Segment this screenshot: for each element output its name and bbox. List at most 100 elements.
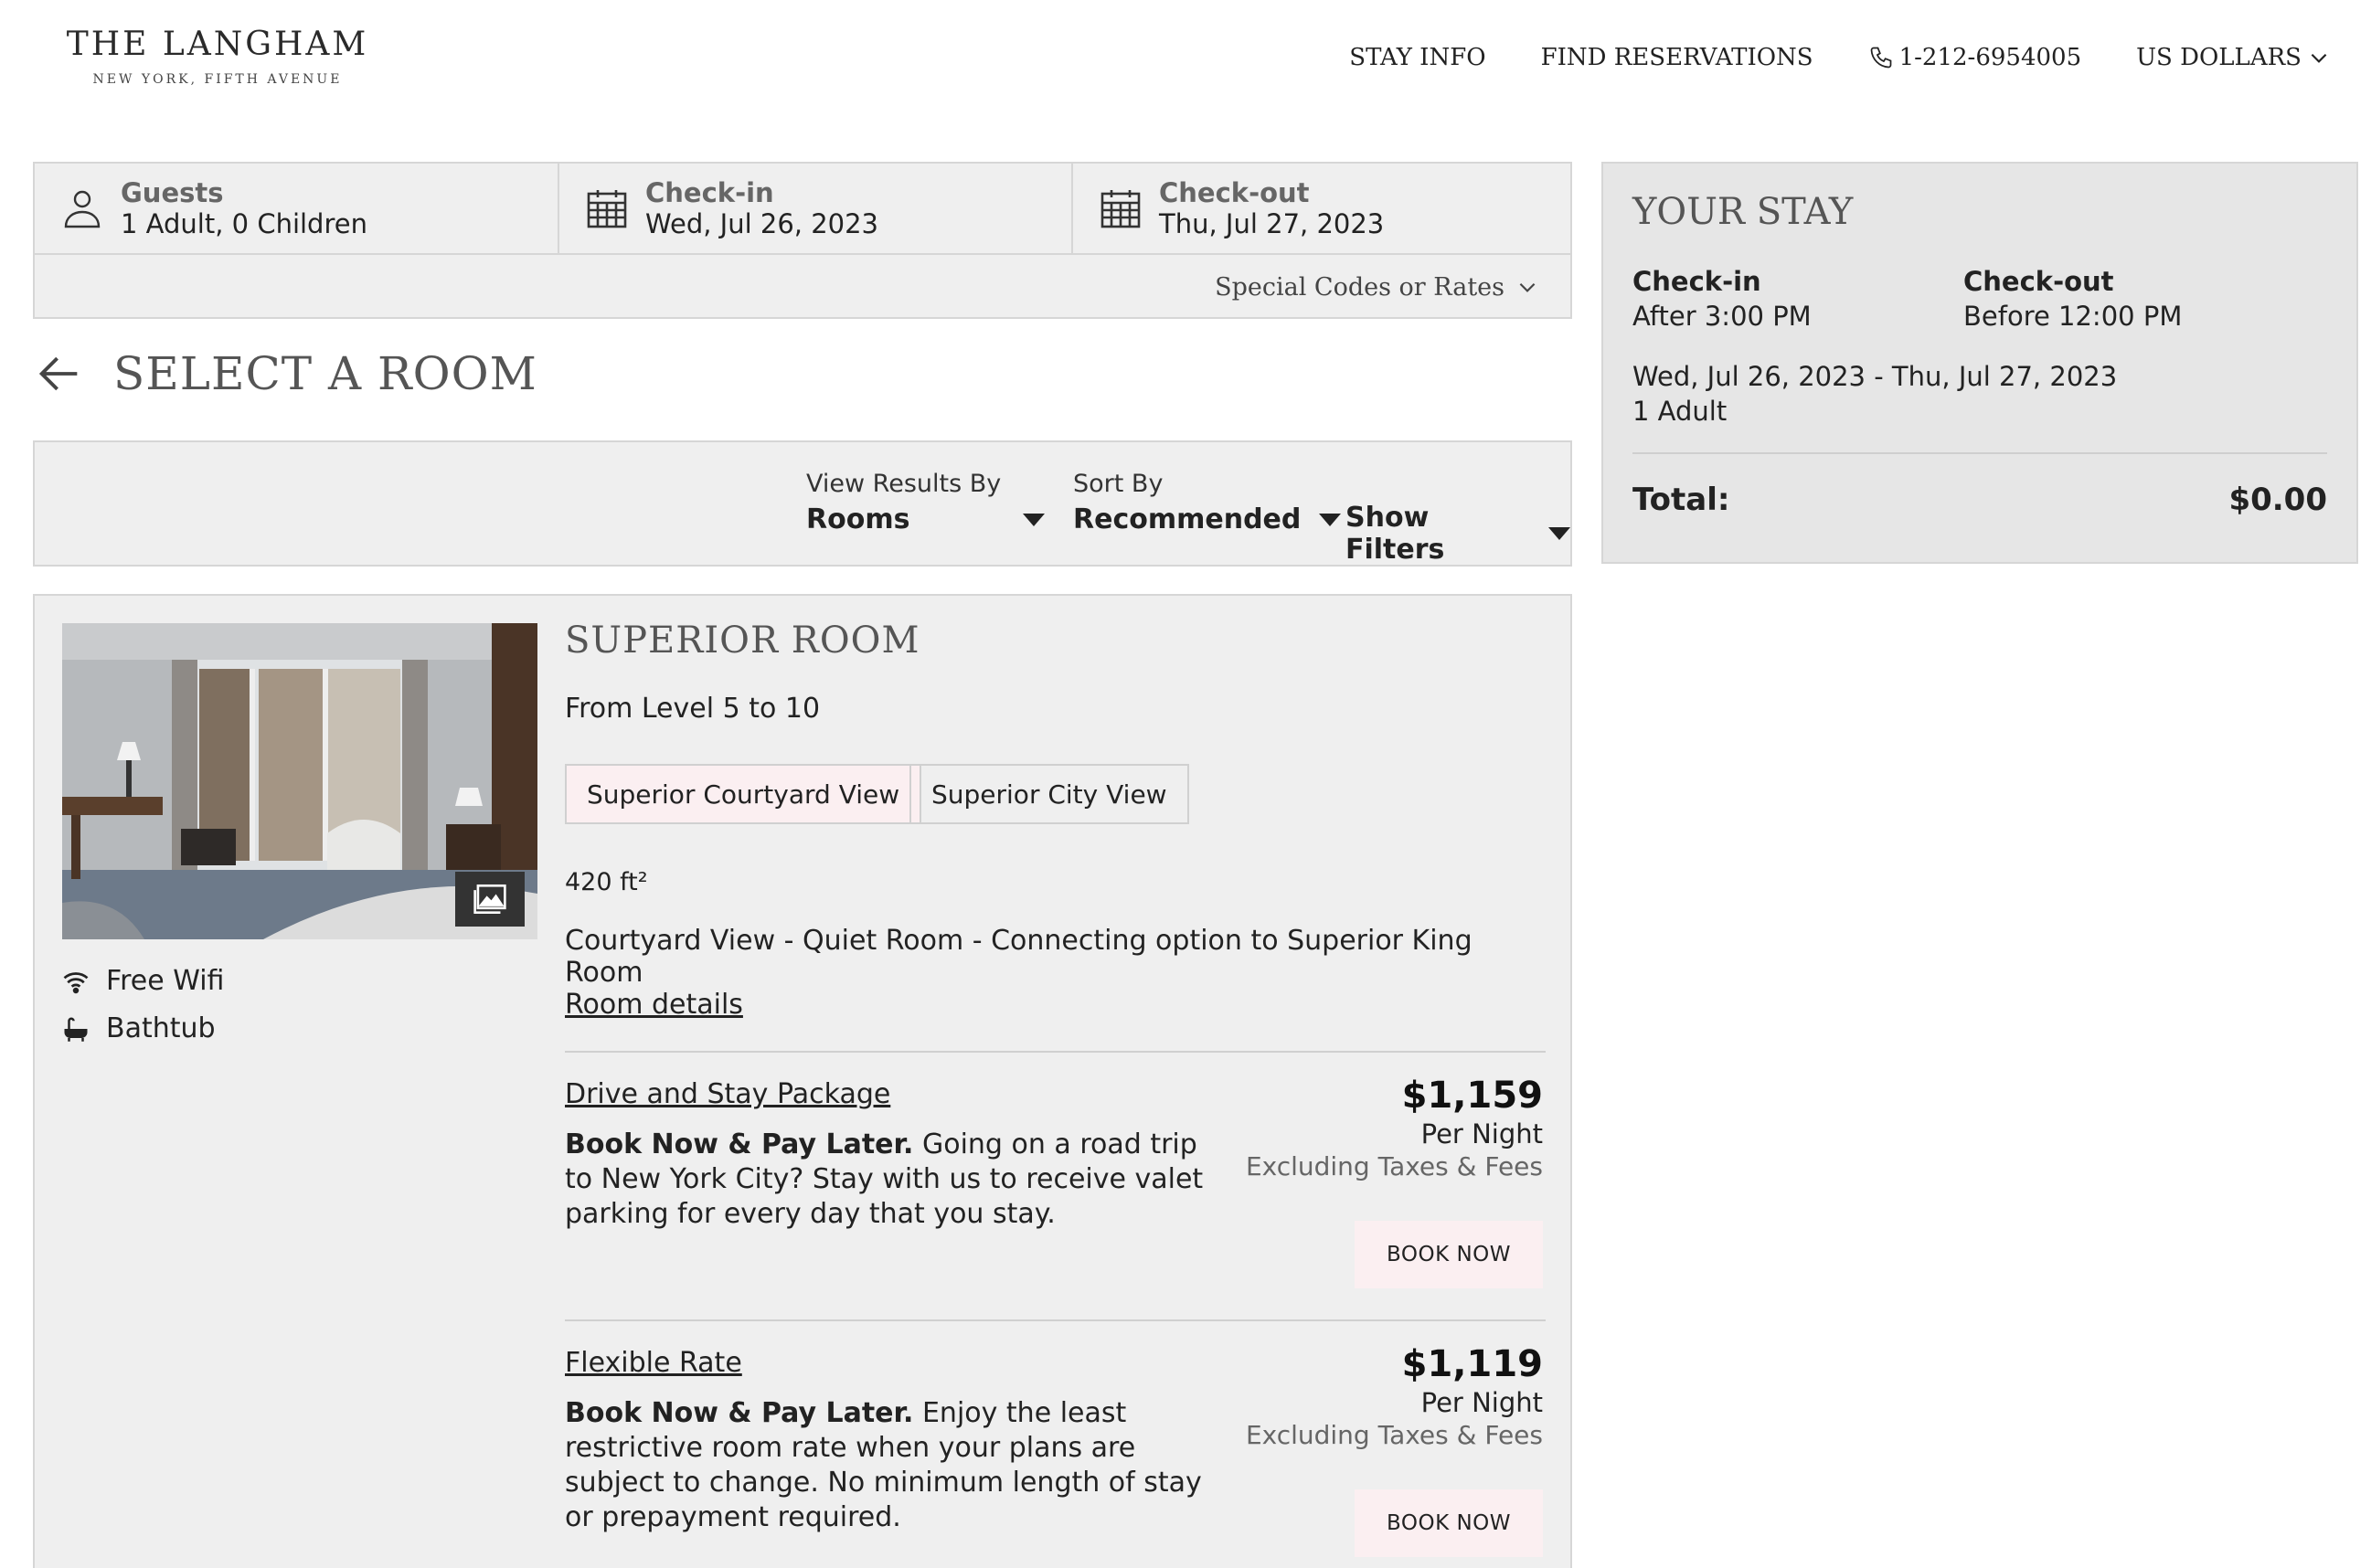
rate-price-per: Per Night — [1420, 1118, 1543, 1150]
checkin-label: Check-in — [645, 177, 774, 208]
room-view-tabs: Superior Courtyard View Superior City Vi… — [565, 764, 1546, 824]
back-arrow-icon[interactable] — [33, 347, 86, 400]
amenity-wifi: Free Wifi — [62, 965, 224, 997]
room-name: SUPERIOR ROOM — [565, 620, 1546, 662]
currency-selector[interactable]: US DOLLARS — [2136, 44, 2331, 71]
book-now-button[interactable]: BOOK NOW — [1355, 1489, 1543, 1557]
sort-by-selected: Recommended — [1073, 503, 1302, 535]
rate-description: Book Now & Pay Later. Enjoy the least re… — [565, 1396, 1232, 1535]
guests-label: Guests — [121, 177, 224, 208]
your-stay-panel: YOUR STAY Check-in After 3:00 PM Check-o… — [1601, 162, 2358, 564]
total-value: $0.00 — [2228, 482, 2327, 518]
rate-divider — [565, 1051, 1546, 1053]
wifi-icon — [63, 971, 89, 993]
nav-stay-info[interactable]: STAY INFO — [1349, 44, 1485, 71]
checkin-value: Wed, Jul 26, 2023 — [645, 208, 879, 239]
stay-divider — [1632, 452, 2327, 454]
booking-search-bar: Guests 1 Adult, 0 Children Check-in Wed,… — [33, 162, 1572, 319]
stay-checkout: Check-out Before 12:00 PM — [1963, 266, 2294, 332]
top-navigation: STAY INFO FIND RESERVATIONS 1-212-695400… — [1349, 44, 2331, 71]
stay-guests: 1 Adult — [1632, 396, 1728, 427]
tab-superior-city-view[interactable]: Superior City View — [909, 764, 1189, 824]
rate-price-excl: Excluding Taxes & Fees — [1245, 1420, 1543, 1450]
rate-price: $1,159 Per Night Excluding Taxes & Fees — [1246, 1075, 1543, 1181]
nav-phone[interactable]: 1-212-6954005 — [1868, 44, 2082, 71]
gallery-button[interactable] — [455, 872, 525, 927]
total-label: Total: — [1632, 482, 1730, 518]
caret-down-icon — [1548, 527, 1570, 540]
room-details-wrap: Room details — [565, 989, 1546, 1021]
checkout-label: Check-out — [1159, 177, 1310, 208]
rate-name-link[interactable]: Drive and Stay Package — [565, 1078, 890, 1110]
guests-field[interactable]: Guests 1 Adult, 0 Children — [35, 164, 559, 253]
page: THE LANGHAM NEW YORK, FIFTH AVENUE STAY … — [0, 0, 2371, 1568]
phone-number: 1-212-6954005 — [1898, 44, 2082, 71]
show-filters-value: Show Filters — [1345, 502, 1570, 566]
chevron-down-icon — [2311, 53, 2327, 63]
rate-pay-later: Book Now & Pay Later. — [565, 1397, 914, 1429]
rate-price-amount: $1,119 — [1401, 1343, 1543, 1385]
user-icon — [64, 190, 101, 228]
guests-value: 1 Adult, 0 Children — [121, 208, 367, 239]
nav-find-reservations[interactable]: FIND RESERVATIONS — [1541, 44, 1813, 71]
rate-price: $1,119 Per Night Excluding Taxes & Fees — [1246, 1343, 1543, 1450]
page-title: SELECT A ROOM — [113, 347, 537, 400]
caret-down-icon — [1023, 513, 1046, 526]
brand-logo[interactable]: THE LANGHAM NEW YORK, FIFTH AVENUE — [62, 26, 373, 87]
room-photo[interactable] — [62, 623, 537, 939]
special-codes-toggle[interactable]: Special Codes or Rates — [35, 255, 1570, 319]
checkout-field[interactable]: Check-out Thu, Jul 27, 2023 — [1073, 164, 1570, 253]
room-levels: From Level 5 to 10 — [565, 693, 821, 725]
room-card: Free Wifi Bathtub SUPERIOR ROOM From Lev… — [33, 594, 1572, 1568]
stay-checkin-value: After 3:00 PM — [1632, 301, 1812, 332]
stay-checkout-label: Check-out — [1963, 266, 2114, 297]
tab-superior-courtyard-view[interactable]: Superior Courtyard View — [565, 764, 922, 824]
stay-total: Total: $0.00 — [1632, 482, 2327, 518]
rate-description: Book Now & Pay Later. Going on a road tr… — [565, 1128, 1232, 1232]
stay-summary: Wed, Jul 26, 2023 - Thu, Jul 27, 2023 1 … — [1632, 359, 2327, 429]
image-gallery-icon — [473, 884, 506, 915]
your-stay-title: YOUR STAY — [1632, 191, 1854, 233]
chevron-down-icon — [1519, 282, 1536, 292]
rate-price-excl: Excluding Taxes & Fees — [1245, 1151, 1543, 1181]
view-results-selected: Rooms — [806, 503, 910, 535]
results-filter-bar: View Results By Rooms Sort By Recommende… — [33, 440, 1572, 567]
stay-times: Check-in After 3:00 PM Check-out Before … — [1632, 266, 2327, 332]
rate-pay-later: Book Now & Pay Later. — [565, 1128, 914, 1160]
room-name-text: SUPERIOR ROOM — [565, 620, 920, 662]
brand-name: THE LANGHAM — [66, 26, 369, 63]
sort-by-value: Recommended — [1073, 503, 1342, 535]
amenity-label: Free Wifi — [106, 965, 225, 997]
stay-dates: Wed, Jul 26, 2023 - Thu, Jul 27, 2023 — [1632, 361, 2118, 392]
rate-price-per: Per Night — [1420, 1387, 1543, 1418]
room-size: 420 ft² — [565, 868, 648, 896]
view-results-value: Rooms — [806, 503, 1046, 535]
special-codes-label: Special Codes or Rates — [1215, 272, 1504, 302]
rate-name-link[interactable]: Flexible Rate — [565, 1347, 742, 1379]
calendar-icon — [1100, 190, 1141, 228]
show-filters-label: Show Filters — [1345, 502, 1445, 566]
book-now-button[interactable]: BOOK NOW — [1355, 1221, 1543, 1288]
checkin-field[interactable]: Check-in Wed, Jul 26, 2023 — [559, 164, 1073, 253]
room-description: Courtyard View - Quiet Room - Connecting… — [565, 925, 1473, 989]
show-filters-button[interactable]: Show Filters — [1345, 502, 1570, 566]
phone-icon — [1870, 47, 1891, 69]
sort-by-label: Sort By — [1073, 470, 1164, 498]
view-results-label: View Results By — [806, 470, 1002, 498]
search-fields: Guests 1 Adult, 0 Children Check-in Wed,… — [35, 164, 1570, 255]
amenity-label: Bathtub — [106, 1012, 216, 1044]
calendar-icon — [587, 190, 627, 228]
currency-label: US DOLLARS — [2136, 44, 2302, 71]
stay-checkin-label: Check-in — [1632, 266, 1761, 297]
stay-checkin: Check-in After 3:00 PM — [1632, 266, 1963, 332]
sort-by-dropdown[interactable]: Sort By Recommended — [1073, 470, 1342, 535]
rate-divider — [565, 1319, 1546, 1321]
caret-down-icon — [1319, 513, 1342, 526]
amenity-bathtub: Bathtub — [62, 1012, 216, 1044]
room-details-link[interactable]: Room details — [565, 989, 743, 1021]
bathtub-icon — [64, 1017, 88, 1042]
rate-price-amount: $1,159 — [1401, 1075, 1543, 1117]
brand-location: NEW YORK, FIFTH AVENUE — [92, 72, 343, 87]
checkout-value: Thu, Jul 27, 2023 — [1159, 208, 1385, 239]
view-results-dropdown[interactable]: View Results By Rooms — [806, 470, 1046, 535]
